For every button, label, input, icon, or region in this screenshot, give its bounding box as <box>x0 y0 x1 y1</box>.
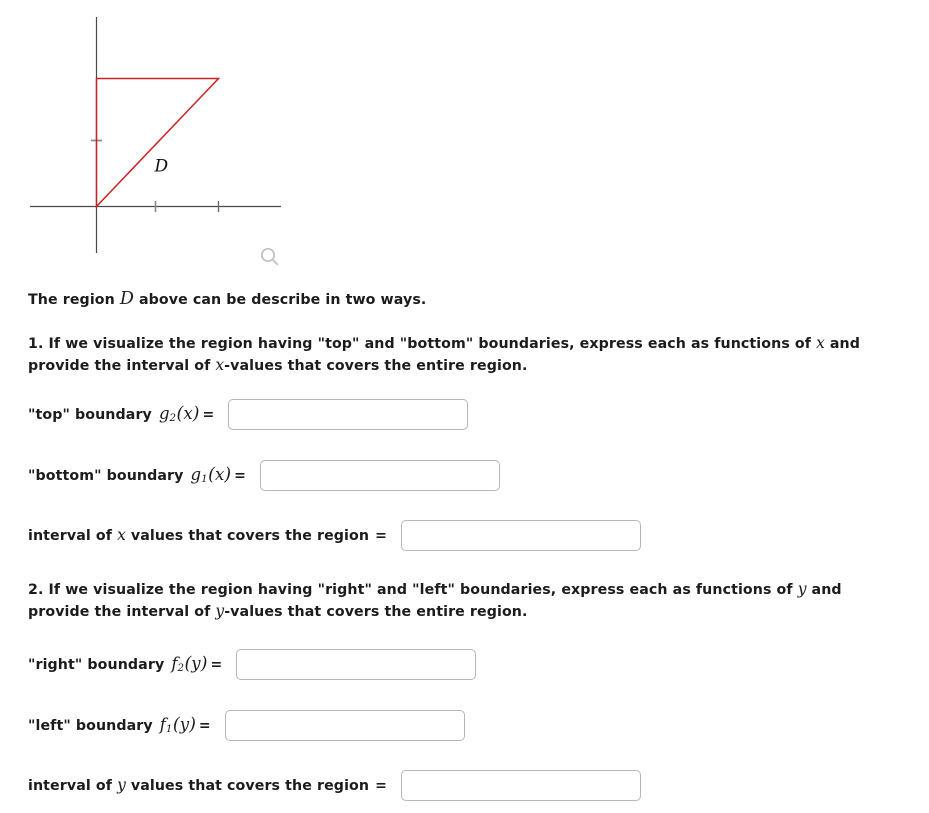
bottom-boundary-row: "bottom" boundary g1(x) = <box>28 459 500 491</box>
bottom-fn-name: g <box>190 464 202 484</box>
top-boundary-label: "top" boundary g2(x) = <box>28 404 221 425</box>
q2-math-y2: y <box>215 602 225 620</box>
right-boundary-fn: f2(y) <box>169 653 209 675</box>
bottom-fn-arg: x <box>214 464 225 484</box>
bottom-boundary-fn: g1(x) <box>189 464 234 486</box>
q1-math-x2: x <box>215 356 225 374</box>
bottom-equals: = <box>234 467 246 484</box>
left-boundary-label-text: "left" boundary <box>28 717 158 734</box>
intro-post: above can be describe in two ways. <box>133 292 427 308</box>
right-boundary-label-text: "right" boundary <box>28 656 170 673</box>
intro-sentence: The region D above can be describe in tw… <box>28 289 426 311</box>
left-boundary-row: "left" boundary f1(y) = <box>28 709 465 741</box>
magnifier-icon[interactable] <box>258 245 282 269</box>
right-boundary-row: "right" boundary f2(y) = <box>28 648 477 680</box>
q2-lead: 2. If we visualize the region having "ri… <box>28 582 798 598</box>
x-interval-label-pre: interval of <box>28 528 118 544</box>
intro-pre: The region <box>28 292 120 308</box>
left-boundary-fn: f1(y) <box>158 714 198 736</box>
top-fn-close-paren: ) <box>192 403 200 424</box>
x-interval-label-post: values that covers the region <box>125 528 375 544</box>
bottom-boundary-label-text: "bottom" boundary <box>28 467 189 484</box>
top-fn-arg: x <box>183 403 193 423</box>
y-interval-label: interval of y values that covers the reg… <box>28 776 394 794</box>
left-fn-arg: y <box>179 714 190 734</box>
top-boundary-fn: g2(x) <box>157 403 202 425</box>
left-equals: = <box>198 717 211 734</box>
q2-math-y: y <box>797 580 807 598</box>
left-boundary-input[interactable] <box>224 709 465 741</box>
right-fn-arg: y <box>191 653 201 673</box>
x-interval-math: x <box>117 526 126 544</box>
right-boundary-label: "right" boundary f2(y) = <box>28 654 229 675</box>
bottom-fn-open-paren: ( <box>208 464 215 485</box>
y-interval-input[interactable] <box>400 769 641 801</box>
top-fn-sub: 2 <box>169 413 177 425</box>
q1-math-x: x <box>816 334 825 352</box>
question-1-text: 1. If we visualize the region having "to… <box>28 333 898 377</box>
top-boundary-label-text: "top" boundary <box>28 406 157 423</box>
top-fn-name: g <box>158 403 170 423</box>
region-plot-figure: D <box>0 0 320 270</box>
x-interval-row: interval of x values that covers the reg… <box>28 519 641 551</box>
question-2-text: 2. If we visualize the region having "ri… <box>28 579 898 623</box>
region-label-d: D <box>153 156 168 176</box>
region-plot-svg: D <box>30 17 281 253</box>
y-interval-label-pre: interval of <box>28 778 118 794</box>
left-fn-name: f <box>159 714 166 734</box>
q1-tail2: -values that covers the entire region. <box>224 358 528 374</box>
region-d-boundary <box>95 77 221 209</box>
x-interval-equals: = <box>375 528 387 544</box>
left-fn-sub: 1 <box>165 724 173 736</box>
left-fn-open-paren: ( <box>172 714 180 735</box>
right-equals: = <box>210 656 223 673</box>
q2-tail2: -values that covers the entire region. <box>224 604 528 620</box>
top-equals: = <box>202 406 215 423</box>
y-interval-row: interval of y values that covers the reg… <box>28 769 641 801</box>
x-interval-input[interactable] <box>400 519 641 551</box>
top-boundary-row: "top" boundary g2(x) = <box>28 398 469 430</box>
right-boundary-input[interactable] <box>236 648 477 680</box>
bottom-boundary-input[interactable] <box>259 459 500 491</box>
q1-lead: 1. If we visualize the region having "to… <box>28 336 817 352</box>
y-interval-label-post: values that covers the region <box>125 778 375 794</box>
bottom-boundary-label: "bottom" boundary g1(x) = <box>28 465 253 486</box>
intro-math-d: D <box>119 289 134 309</box>
right-fn-close-paren: ) <box>200 653 208 674</box>
y-interval-equals: = <box>375 778 387 794</box>
y-interval-math: y <box>117 776 126 794</box>
left-boundary-label: "left" boundary f1(y) = <box>28 715 218 736</box>
top-boundary-input[interactable] <box>228 398 469 430</box>
left-fn-close-paren: ) <box>189 714 196 735</box>
bottom-fn-close-paren: ) <box>224 464 232 485</box>
x-interval-label: interval of x values that covers the reg… <box>28 526 394 544</box>
